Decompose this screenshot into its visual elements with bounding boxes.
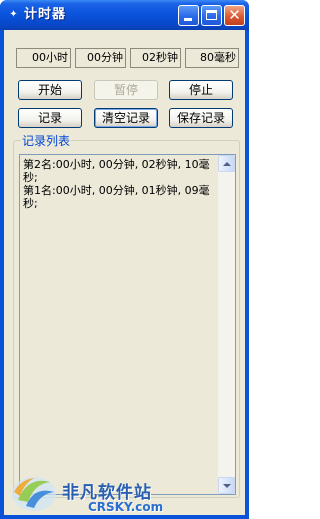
minimize-button[interactable] (178, 5, 199, 26)
client-area: 00小时 00分钟 02秒钟 80毫秒 开始 暂停 停止 记录 清空记录 保存记… (4, 30, 245, 515)
app-icon[interactable]: ✦ (8, 9, 19, 20)
milliseconds-display: 80毫秒 (185, 48, 239, 68)
record-button[interactable]: 记录 (18, 108, 82, 128)
window-title: 计时器 (24, 7, 67, 22)
start-button[interactable]: 开始 (18, 80, 82, 100)
minutes-display: 00分钟 (75, 48, 126, 68)
save-records-button[interactable]: 保存记录 (169, 108, 233, 128)
close-button[interactable]: ✕ (224, 5, 245, 26)
arrow-up-icon (223, 162, 231, 166)
close-icon: ✕ (228, 6, 241, 24)
records-text[interactable]: 第2名:00小时, 00分钟, 02秒钟, 10毫秒; 第1名:00小时, 00… (23, 158, 215, 210)
watermark-site: CRSKY.com (88, 500, 164, 514)
records-scrollbar[interactable] (218, 155, 235, 494)
arrow-down-icon (223, 484, 231, 488)
hours-display: 00小时 (16, 48, 71, 68)
seconds-display: 02秒钟 (130, 48, 181, 68)
clear-records-button[interactable]: 清空记录 (94, 108, 158, 128)
scroll-down-button[interactable] (218, 477, 235, 494)
stop-button[interactable]: 停止 (169, 80, 233, 100)
maximize-icon (206, 10, 217, 20)
records-group-label: 记录列表 (21, 134, 72, 148)
scroll-up-button[interactable] (218, 155, 235, 172)
minimize-icon (184, 18, 192, 21)
records-list[interactable]: 第2名:00小时, 00分钟, 02秒钟, 10毫秒; 第1名:00小时, 00… (19, 154, 236, 495)
title-bar[interactable]: ✦ 计时器 ✕ (0, 0, 249, 30)
pause-button[interactable]: 暂停 (94, 80, 158, 100)
timer-window: ✦ 计时器 ✕ 00小时 00分钟 02秒钟 80毫秒 开始 暂停 停止 记录 … (0, 0, 249, 519)
maximize-button[interactable] (201, 5, 222, 26)
